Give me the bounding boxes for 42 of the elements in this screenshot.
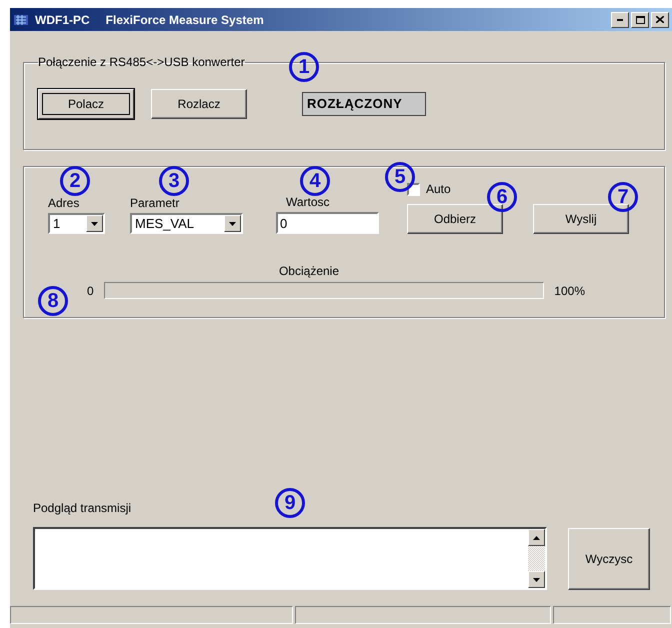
scroll-up-icon	[533, 536, 540, 540]
minimize-icon	[617, 18, 623, 20]
disconnect-button[interactable]: Rozlacz	[151, 89, 247, 119]
maximize-button[interactable]	[631, 12, 649, 28]
callout-number: 7	[608, 182, 638, 212]
receive-button[interactable]: Odbierz	[407, 204, 503, 234]
auto-label: Auto	[426, 182, 451, 196]
clear-button[interactable]: Wyczysc	[568, 528, 650, 590]
parameter-label: Parametr	[130, 196, 180, 210]
callout-number: 4	[300, 166, 330, 196]
address-dropdown[interactable]: 1	[48, 213, 105, 234]
dropdown-arrow-icon	[229, 222, 236, 226]
window-title: WDF1-PC	[35, 12, 90, 26]
app-icon	[13, 12, 29, 26]
load-min-label: 0	[87, 284, 94, 298]
value-field[interactable]: 0	[276, 212, 379, 234]
callout-number: 1	[289, 52, 319, 82]
load-max-label: 100%	[554, 284, 585, 298]
address-label: Adres	[48, 196, 80, 210]
callout-number: 2	[60, 166, 90, 196]
connection-status: ROZŁĄCZONY	[302, 92, 426, 116]
parameter-dropdown[interactable]: MES_VAL	[130, 213, 243, 234]
callout-number: 8	[38, 286, 68, 316]
callout-number: 6	[487, 182, 517, 212]
close-icon	[656, 16, 664, 23]
scroll-down-icon	[533, 578, 540, 582]
load-label: Obciążenie	[278, 264, 340, 278]
transmission-label: Podgląd transmisji	[33, 501, 132, 515]
transmission-log[interactable]	[33, 527, 547, 590]
callout-number: 9	[275, 488, 305, 518]
callout-number: 5	[385, 162, 415, 192]
value-label: Wartosc	[286, 195, 330, 209]
send-button[interactable]: Wyslij	[533, 204, 629, 234]
group-legend: Połączenie z RS485<->USB konwerter	[38, 55, 245, 69]
window-subtitle: FlexiForce Measure System	[106, 12, 264, 26]
maximize-icon	[636, 16, 644, 24]
connect-button[interactable]: Polacz	[38, 89, 134, 119]
callout-number: 3	[159, 166, 189, 196]
scrollbar[interactable]	[528, 529, 545, 588]
minimize-button[interactable]	[611, 12, 629, 28]
close-button[interactable]	[651, 12, 669, 28]
dropdown-arrow-icon	[91, 222, 98, 226]
